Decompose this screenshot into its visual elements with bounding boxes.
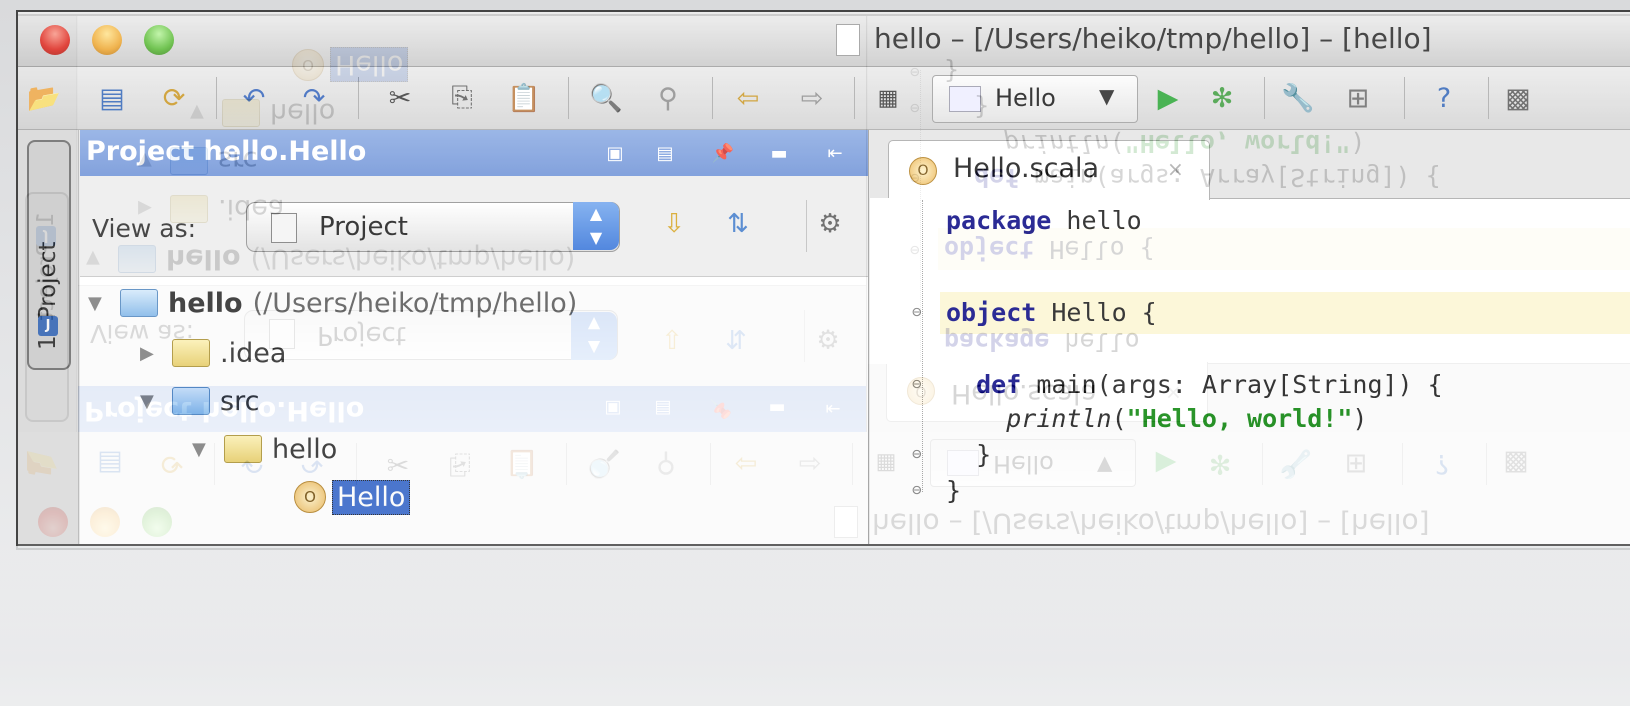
code-line-1: package hello [946, 206, 1142, 235]
project-view-icon [271, 213, 297, 243]
run-configuration-select[interactable]: Hello ▼ [932, 75, 1138, 123]
expanded-arrow-icon[interactable]: ▼ [192, 439, 224, 460]
hide-panel-icon[interactable]: ⇤ [820, 138, 850, 168]
scroll-from-source-icon[interactable]: ⇩ [656, 206, 692, 242]
module-folder-icon [120, 289, 158, 317]
save-icon[interactable]: ▤ [94, 80, 130, 116]
copy-icon[interactable]: ⎘ [444, 80, 480, 116]
forward-icon[interactable]: ⇨ [794, 80, 830, 116]
sdk-icon[interactable]: ▩ [1500, 80, 1536, 116]
fold-end-icon[interactable]: ⊖ [912, 444, 928, 464]
fold-end-icon[interactable]: ⊖ [912, 480, 928, 500]
folder-icon [172, 339, 210, 367]
redo-icon[interactable]: ↷ [296, 80, 332, 116]
minimize-panel-icon[interactable]: ▬ [764, 138, 794, 168]
document-icon [836, 24, 860, 56]
help-icon[interactable]: ? [1426, 80, 1462, 116]
settings-icon[interactable]: 🔧 [1280, 80, 1316, 116]
replace-icon[interactable]: ⚲ [650, 80, 686, 116]
pin-icon[interactable]: 📌 [708, 138, 738, 168]
undo-icon[interactable]: ↶ [236, 80, 272, 116]
select-stepper-icon: ▲ ▼ [573, 202, 619, 250]
tree-item-path: (/Users/heiko/tmp/hello) [252, 287, 578, 319]
structure-icon[interactable]: ⊞ [1340, 80, 1376, 116]
chevron-down-icon: ▼ [1099, 84, 1115, 108]
gear-icon[interactable]: ⚙ [812, 206, 848, 242]
tree-item-label: hello [168, 287, 243, 319]
fold-icon[interactable]: ⊖ [912, 374, 928, 394]
editor-tab-bar: O Hello.scala × [870, 130, 1630, 200]
sync-icon[interactable]: ⟳ [156, 80, 192, 116]
run-config-icon [949, 86, 981, 112]
title-bar: hello – [/Users/heiko/tmp/hello] – [hell… [18, 12, 1630, 67]
close-icon[interactable]: × [1167, 157, 1184, 181]
tree-item-label: .idea [220, 337, 287, 369]
view-as-value: Project [319, 212, 408, 242]
main-toolbar: 📂 ▤ ⟳ ↶ ↷ ✂ ⎘ 📋 🔍 ⚲ ⇦ ⇨ ▦ Hello ▼ ▶ ✻ 🔧 … [18, 67, 1630, 130]
collapse-all-icon[interactable]: ⇅ [720, 206, 756, 242]
project-panel-header: Project hello.Hello ▣ ▤ 📌 ▬ ⇤ [80, 130, 868, 176]
tree-item-label: src [220, 385, 260, 417]
project-panel: Project hello.Hello ▣ ▤ 📌 ▬ ⇤ View as: P… [80, 130, 869, 544]
source-folder-icon [172, 387, 210, 415]
float-mode-icon[interactable]: ▣ [600, 138, 630, 168]
compile-icon[interactable]: ▦ [870, 80, 906, 116]
cut-icon[interactable]: ✂ [382, 80, 418, 116]
view-as-row: View as: Project ▲ ▼ ⇩ ⇅ ⚙ [80, 176, 868, 277]
dock-mode-icon[interactable]: ▤ [650, 138, 680, 168]
editor-pane: O Hello.scala × package hello object Hel… [870, 130, 1630, 544]
minimize-window-button[interactable] [92, 25, 122, 55]
view-as-select[interactable]: Project ▲ ▼ [246, 202, 620, 252]
fold-icon[interactable]: ⊖ [912, 302, 928, 322]
code-line-8: } [946, 476, 962, 505]
project-panel-title: Project hello.Hello [86, 136, 367, 167]
reflection-fade [0, 548, 1630, 706]
view-as-label: View as: [92, 214, 197, 243]
code-line-7: } [946, 440, 992, 469]
tree-item-hello-package[interactable]: ▼ hello [192, 426, 337, 472]
debug-icon[interactable]: ✻ [1204, 80, 1240, 116]
collapsed-arrow-icon[interactable]: ▶ [140, 343, 172, 364]
tab-hello-scala[interactable]: O Hello.scala × [888, 140, 1210, 200]
code-line-3: object Hello { [946, 298, 1157, 327]
paste-icon[interactable]: 📋 [506, 80, 542, 116]
run-icon[interactable]: ▶ [1150, 80, 1186, 116]
window-title: hello – [/Users/heiko/tmp/hello] – [hell… [874, 22, 1432, 55]
expanded-arrow-icon[interactable]: ▼ [140, 391, 172, 412]
tree-item-hello-object[interactable]: O Hello [294, 474, 411, 520]
back-icon[interactable]: ⇦ [730, 80, 766, 116]
open-folder-icon[interactable]: 📂 [26, 80, 62, 116]
object-icon: O [294, 481, 326, 513]
tool-window-strip: 1: Project J [18, 130, 79, 544]
code-line-6: println("Hello, world!") [1006, 404, 1368, 433]
editor-gutter [870, 198, 940, 544]
tree-item-label: Hello [332, 479, 411, 515]
tree-item-label: hello [272, 433, 338, 465]
project-tool-tab[interactable]: 1: Project J [27, 140, 71, 370]
code-line-5: def main(args: Array[String]) { [976, 370, 1443, 399]
object-icon: O [909, 157, 937, 185]
zoom-window-button[interactable] [144, 25, 174, 55]
tab-label: Hello.scala [953, 153, 1100, 184]
ide-window: hello – [/Users/heiko/tmp/hello] – [hell… [16, 10, 1630, 546]
run-config-label: Hello [995, 84, 1056, 112]
close-window-button[interactable] [40, 25, 70, 55]
tree-item-hello-root[interactable]: ▼ hello (/Users/heiko/tmp/hello) [88, 280, 577, 326]
find-icon[interactable]: 🔍 [588, 80, 624, 116]
project-icon: J [38, 316, 58, 336]
tree-item-idea[interactable]: ▶ .idea [140, 330, 286, 376]
tree-item-src[interactable]: ▼ src [140, 378, 259, 424]
package-icon [224, 435, 262, 463]
expanded-arrow-icon[interactable]: ▼ [88, 293, 120, 314]
